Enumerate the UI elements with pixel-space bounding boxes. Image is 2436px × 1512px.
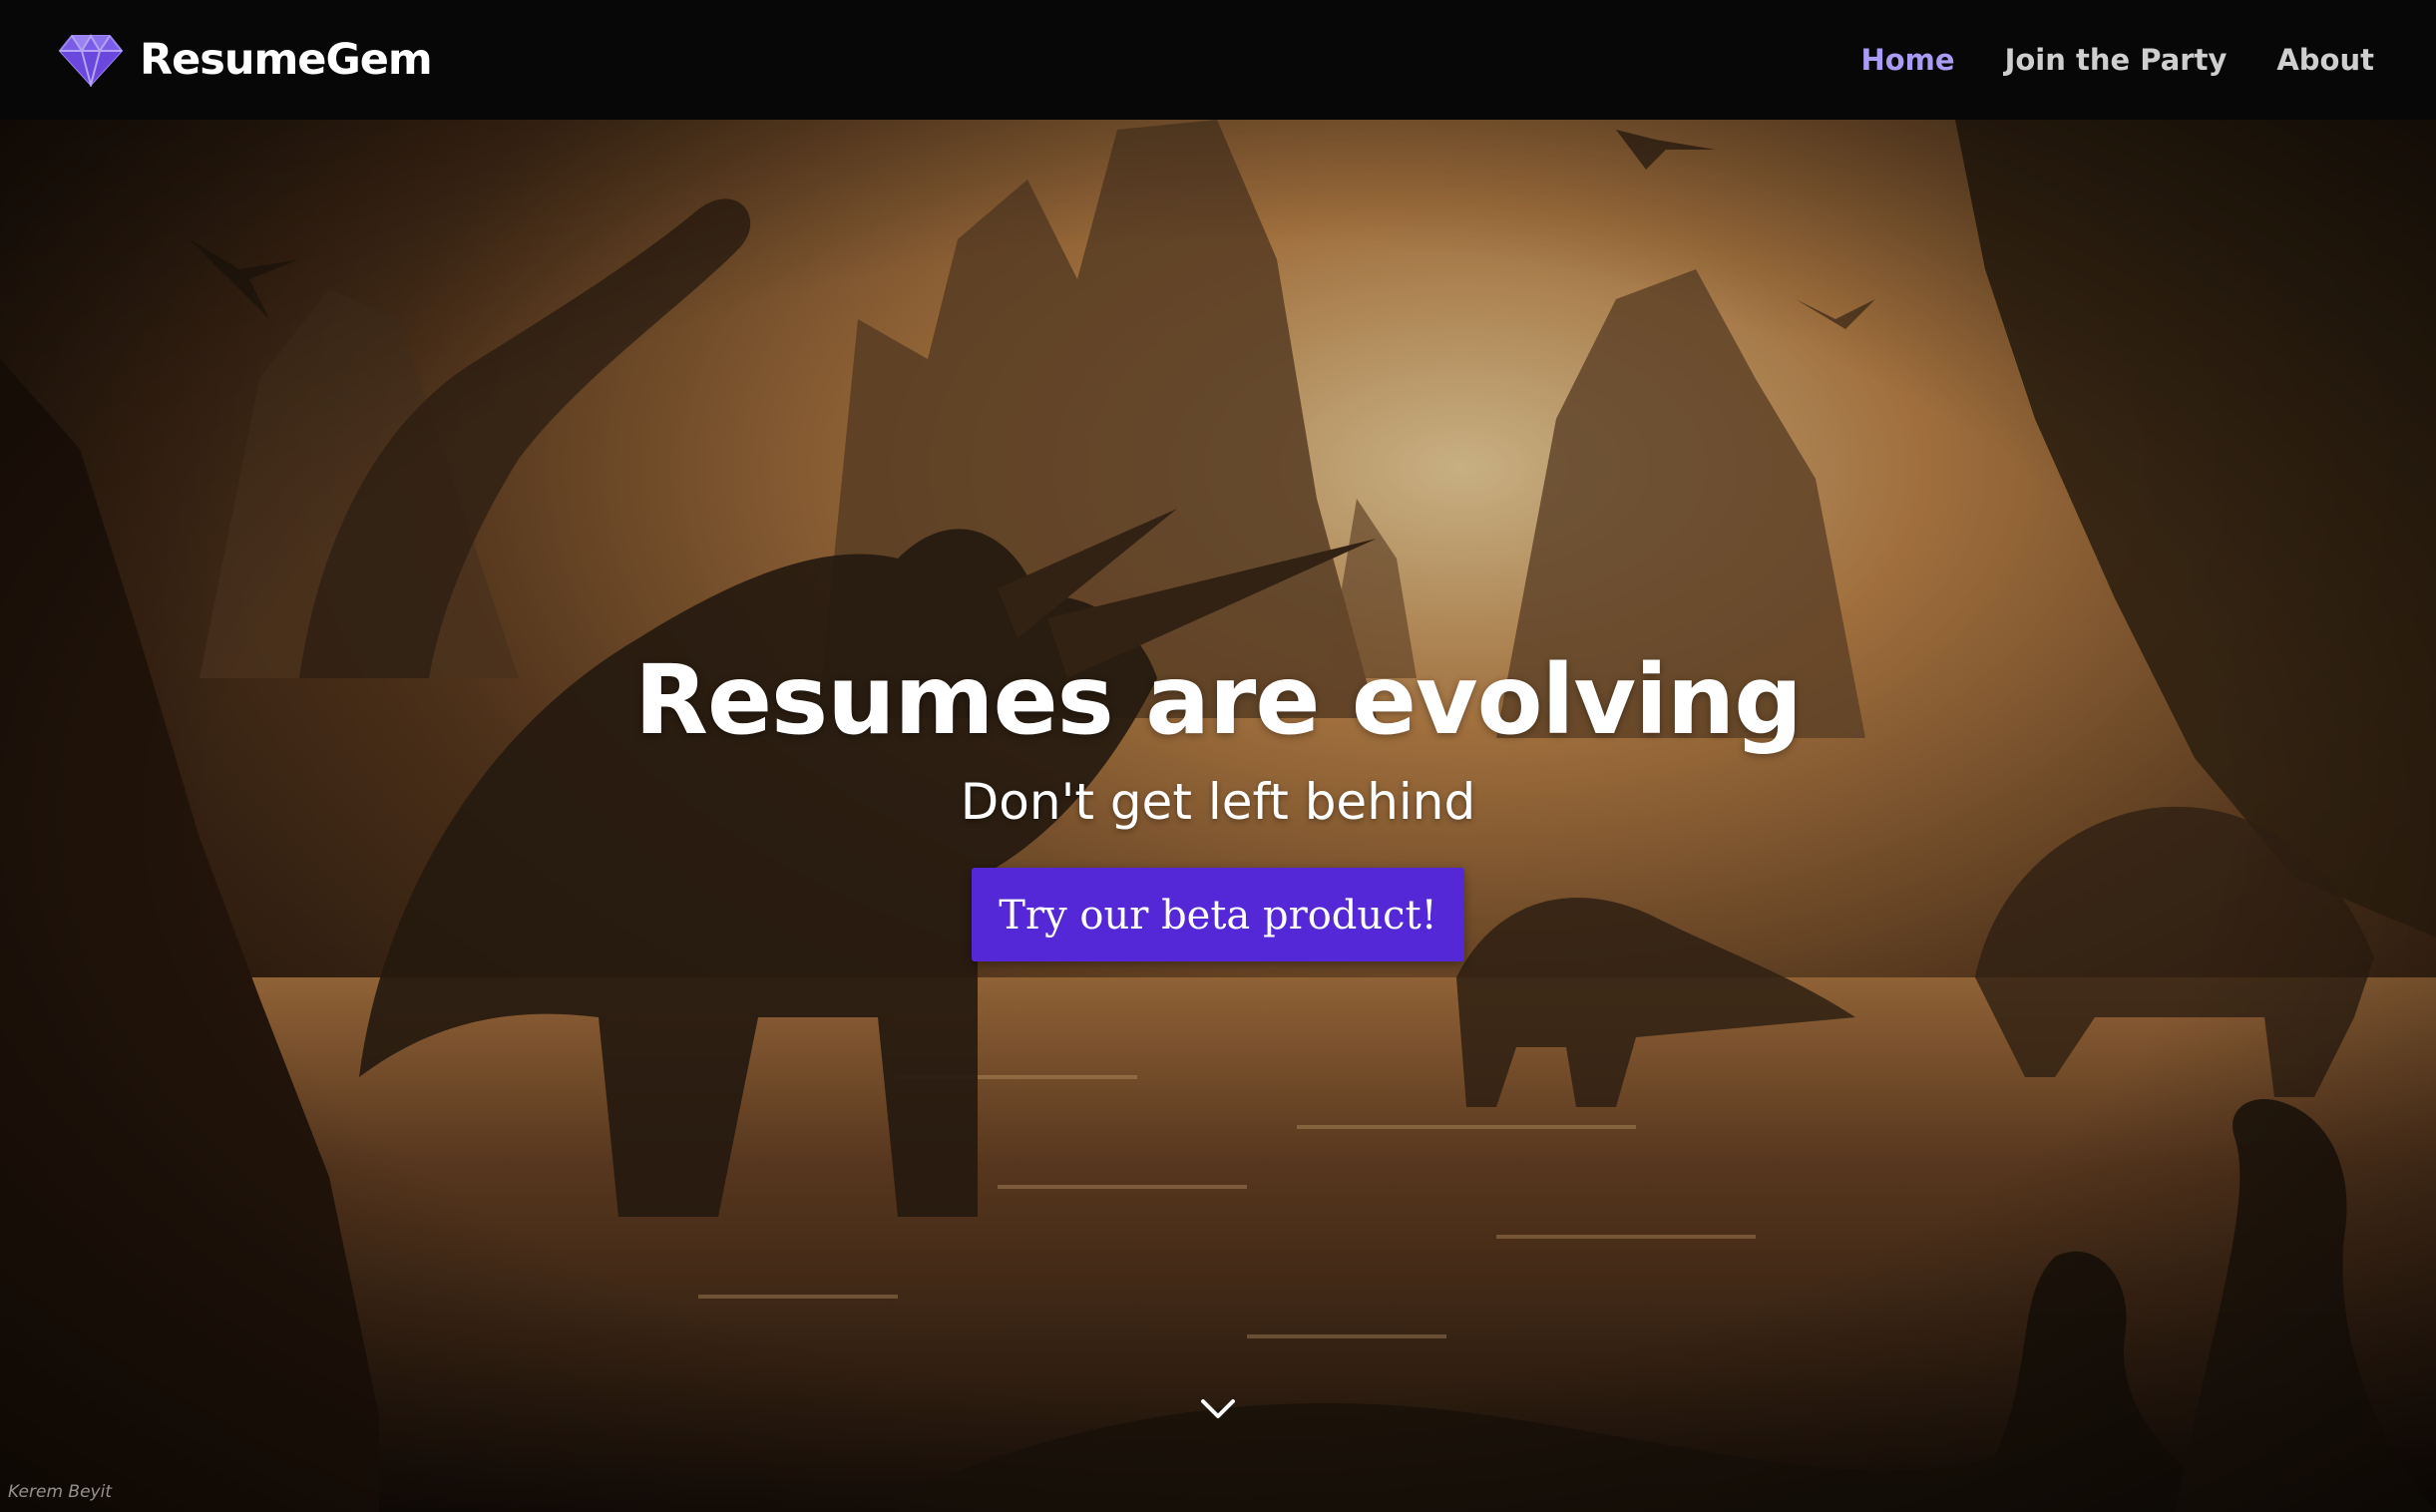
photo-credit: Kerem Beyit (8, 1482, 112, 1502)
hero-section: Resumes are evolving Don't get left behi… (0, 120, 2436, 1512)
hero-subtitle: Don't get left behind (960, 772, 1476, 831)
nav-link-home[interactable]: Home (1860, 43, 1954, 77)
brand-logo-link[interactable]: ResumeGem (58, 28, 433, 92)
hero-content: Resumes are evolving Don't get left behi… (0, 644, 2436, 961)
chevron-down-icon[interactable] (1199, 1396, 1237, 1422)
main-nav: Home Join the Party About (1860, 30, 2374, 90)
hero-title: Resumes are evolving (634, 644, 1803, 756)
brand-name: ResumeGem (140, 35, 433, 85)
diamond-gem-icon (58, 33, 124, 87)
nav-link-join-the-party[interactable]: Join the Party (2005, 43, 2228, 77)
top-navbar: ResumeGem Home Join the Party About (0, 0, 2436, 120)
nav-link-about[interactable]: About (2276, 43, 2374, 77)
try-beta-button[interactable]: Try our beta product! (972, 867, 1464, 961)
